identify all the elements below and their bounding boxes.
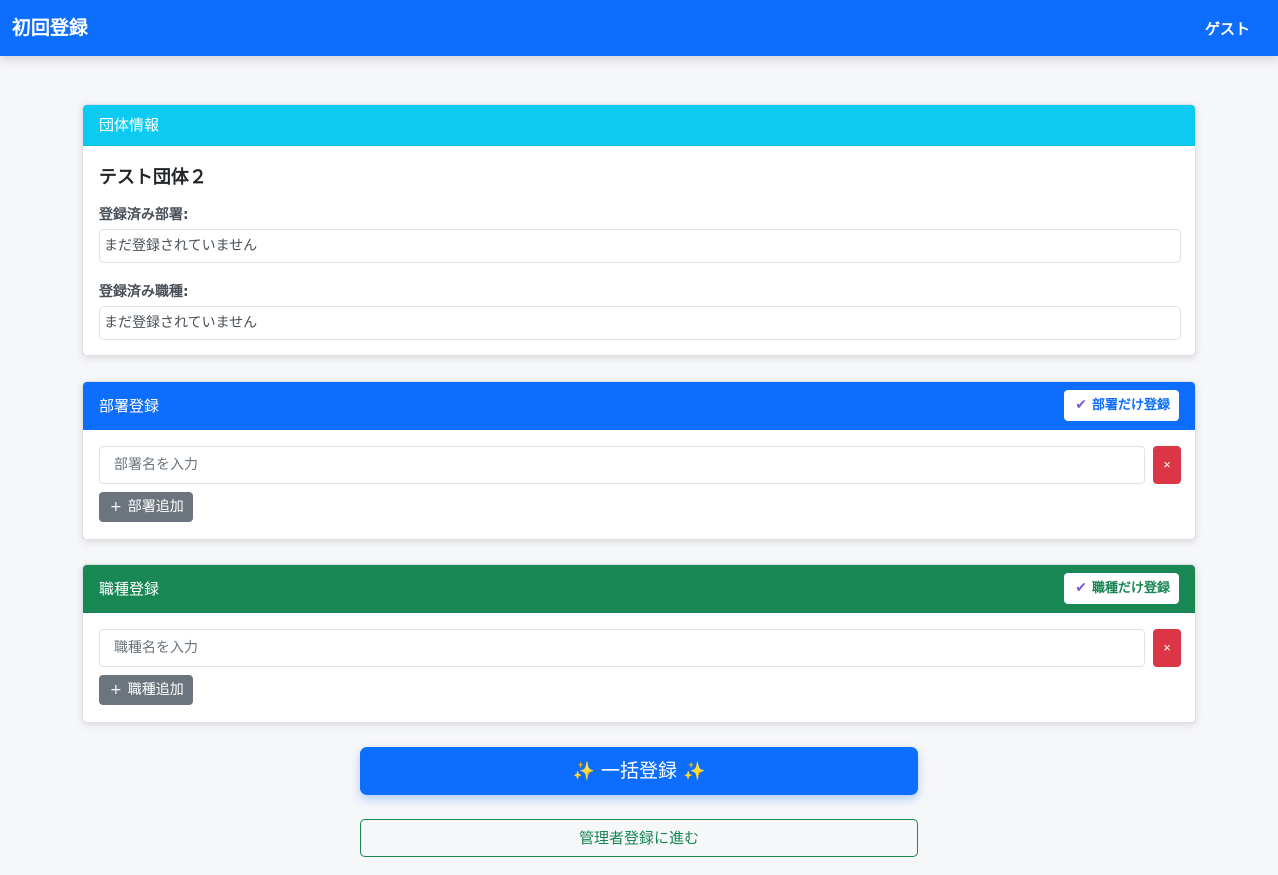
register-jobs-only-label: 職種だけ登録 [1091, 581, 1170, 596]
registered-jobs-label: 登録済み職種: [99, 284, 189, 300]
organization-name: テスト団体２ [99, 167, 207, 188]
close-icon: × [1163, 457, 1171, 472]
close-icon: × [1163, 640, 1171, 655]
registered-jobs-value: まだ登録されていません [99, 306, 1181, 340]
add-department-label: 部署追加 [127, 499, 184, 515]
bulk-register-label: 一括登録 [600, 760, 677, 782]
top-navbar: 初回登録 ゲスト [0, 0, 1278, 56]
sparkle-icon: ✨ [683, 761, 706, 782]
register-departments-only-label: 部署だけ登録 [1091, 398, 1170, 413]
department-card-header: 部署登録 ✔ 部署だけ登録 [83, 382, 1195, 430]
job-card: 職種登録 ✔ 職種だけ登録 × + 職種追加 [82, 564, 1196, 723]
organization-card-header: 団体情報 [83, 105, 1195, 146]
user-menu[interactable]: ゲスト [1205, 19, 1250, 39]
department-card: 部署登録 ✔ 部署だけ登録 × + 部署追加 [82, 381, 1196, 540]
bulk-register-button[interactable]: ✨ 一括登録 ✨ [360, 747, 918, 795]
registered-departments-label: 登録済み部署: [99, 207, 189, 223]
add-job-label: 職種追加 [127, 682, 184, 698]
register-departments-only-button[interactable]: ✔ 部署だけ登録 [1064, 390, 1179, 421]
check-icon: ✔ [1075, 580, 1087, 596]
sparkle-icon: ✨ [572, 761, 595, 782]
department-card-title: 部署登録 [99, 397, 160, 415]
registered-departments-value: まだ登録されていません [99, 229, 1181, 263]
organization-card: 団体情報 テスト団体２ 登録済み部署: まだ登録されていません 登録済み職種: … [82, 104, 1196, 356]
job-card-title: 職種登録 [99, 580, 160, 598]
job-card-header: 職種登録 ✔ 職種だけ登録 [83, 565, 1195, 613]
check-icon: ✔ [1075, 397, 1087, 413]
plus-icon: + [110, 682, 122, 698]
register-jobs-only-button[interactable]: ✔ 職種だけ登録 [1064, 573, 1179, 604]
department-name-input[interactable] [99, 446, 1145, 484]
remove-department-button[interactable]: × [1153, 446, 1181, 484]
add-job-button[interactable]: + 職種追加 [99, 675, 193, 705]
job-name-input[interactable] [99, 629, 1145, 667]
proceed-admin-registration-button[interactable]: 管理者登録に進む [360, 819, 918, 857]
app-title: 初回登録 [12, 17, 89, 39]
plus-icon: + [110, 499, 122, 515]
add-department-button[interactable]: + 部署追加 [99, 492, 193, 522]
remove-job-button[interactable]: × [1153, 629, 1181, 667]
